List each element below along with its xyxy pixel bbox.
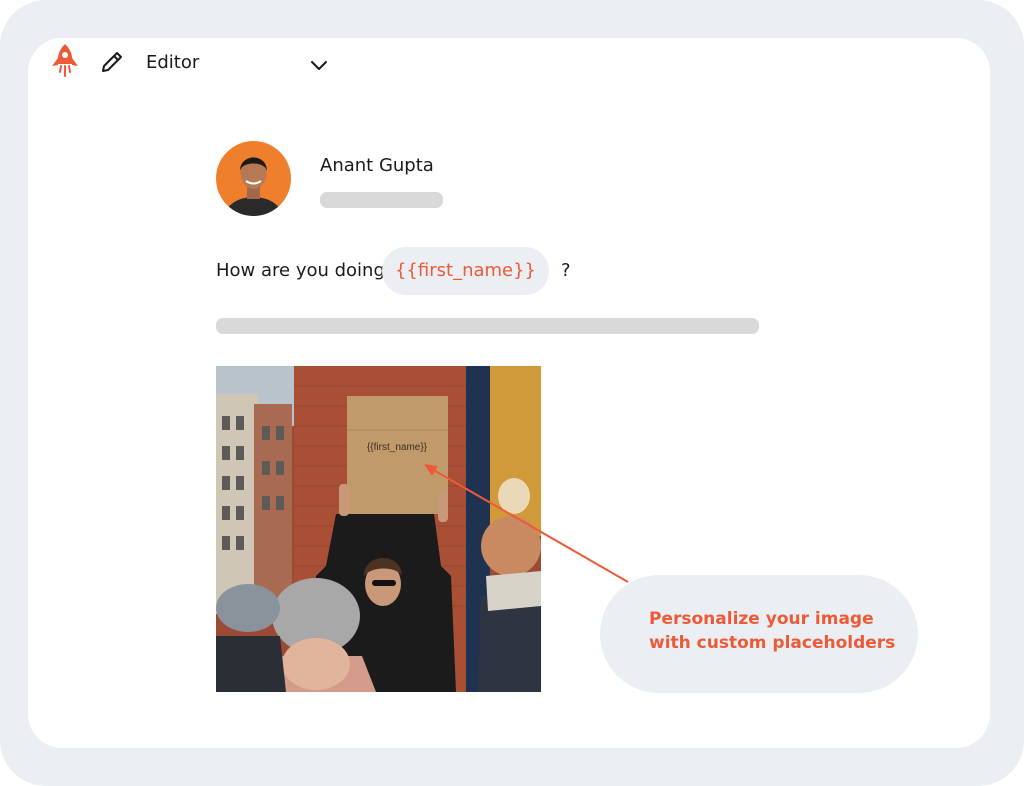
placeholder-chip[interactable]: {{first_name}}: [382, 247, 549, 295]
sign-placeholder-text: {{first_name}}: [367, 442, 428, 453]
post-image[interactable]: {{first_name}}: [216, 366, 541, 692]
message-suffix: ?: [561, 260, 571, 281]
message-text: How are you doing: [216, 260, 385, 281]
text-line-skeleton: [216, 318, 759, 334]
avatar: [216, 141, 291, 216]
rocket-icon[interactable]: [48, 42, 82, 78]
mode-label: Editor: [146, 52, 200, 73]
author-subtitle-skeleton: [320, 192, 443, 208]
callout-line-1: Personalize your image: [649, 609, 874, 629]
chevron-down-icon[interactable]: [308, 57, 330, 73]
author-name: Anant Gupta: [320, 155, 434, 176]
callout-line-2: with custom placeholders: [649, 633, 896, 653]
pencil-icon[interactable]: [98, 48, 126, 76]
callout-bubble: Personalize your image with custom place…: [600, 575, 918, 693]
